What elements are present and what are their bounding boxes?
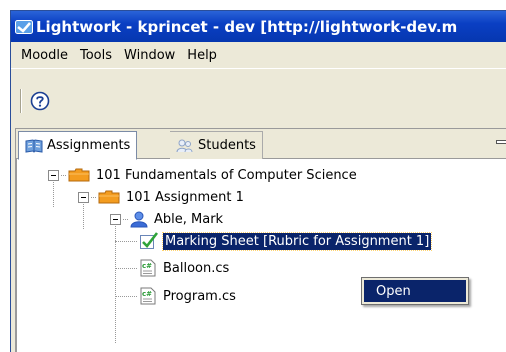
collapse-toggle[interactable] [48, 169, 59, 181]
collapse-toggle[interactable] [78, 191, 89, 203]
tree-node-label: Marking Sheet [Rubric for Assignment 1] [161, 231, 433, 251]
users-icon [176, 139, 193, 152]
folder-icon [98, 190, 120, 204]
tab-students-label: Students [198, 138, 256, 153]
help-button[interactable] [29, 90, 51, 112]
collapse-toggle[interactable] [110, 213, 121, 225]
toolbar [11, 68, 506, 128]
context-menu-open[interactable]: Open [364, 280, 466, 302]
lightwork-app-icon [15, 19, 33, 35]
tree-node-assignment[interactable]: 101 Assignment 1 [78, 186, 246, 208]
menu-help[interactable]: Help [181, 48, 223, 63]
menu-bar: Moodle Tools Window Help [11, 42, 506, 68]
csharp-file-icon: c# [139, 287, 157, 305]
tab-students[interactable]: Students [170, 131, 263, 159]
folder-icon [68, 168, 90, 182]
tree-node-label: Program.cs [163, 288, 236, 304]
tree-node-label: 101 Fundamentals of Computer Science [96, 167, 357, 183]
tab-assignments[interactable]: Assignments [18, 131, 138, 160]
title-bar[interactable]: Lightwork - kprincet - dev [http://light… [11, 11, 506, 42]
tree-node-student[interactable]: Able, Mark [110, 208, 225, 230]
tree-node-file[interactable]: c# Balloon.cs [115, 257, 231, 279]
minimize-view-button[interactable] [494, 135, 506, 147]
assignment-tree: 101 Fundamentals of Computer Science 101… [16, 159, 506, 352]
tree-node-label: Able, Mark [154, 211, 224, 227]
svg-text:c#: c# [142, 290, 152, 298]
book-icon [25, 138, 43, 153]
assignments-view: Assignments Students 101 Fundamentals of… [15, 128, 506, 352]
tree-node-label: 101 Assignment 1 [126, 189, 244, 205]
svg-text:c#: c# [142, 262, 152, 270]
menu-window[interactable]: Window [118, 48, 181, 63]
tree-node-marking-sheet[interactable]: Marking Sheet [Rubric for Assignment 1] [115, 230, 433, 252]
tab-assignments-label: Assignments [47, 138, 131, 153]
tree-node-label: Balloon.cs [163, 260, 230, 276]
app-window: Lightwork - kprincet - dev [http://light… [10, 10, 506, 352]
question-mark-circle-icon [30, 91, 50, 111]
user-icon [130, 211, 148, 228]
view-tabs: Assignments Students [16, 129, 506, 160]
csharp-file-icon: c# [139, 259, 157, 277]
window-title: Lightwork - kprincet - dev [http://light… [36, 17, 458, 36]
tree-node-file[interactable]: c# Program.cs [115, 285, 238, 307]
tree-node-course[interactable]: 101 Fundamentals of Computer Science [48, 164, 359, 186]
menu-moodle[interactable]: Moodle [15, 48, 74, 63]
context-menu: Open [361, 277, 469, 305]
check-sheet-icon [139, 232, 159, 250]
menu-tools[interactable]: Tools [74, 48, 118, 63]
toolbar-grip[interactable] [20, 89, 22, 113]
